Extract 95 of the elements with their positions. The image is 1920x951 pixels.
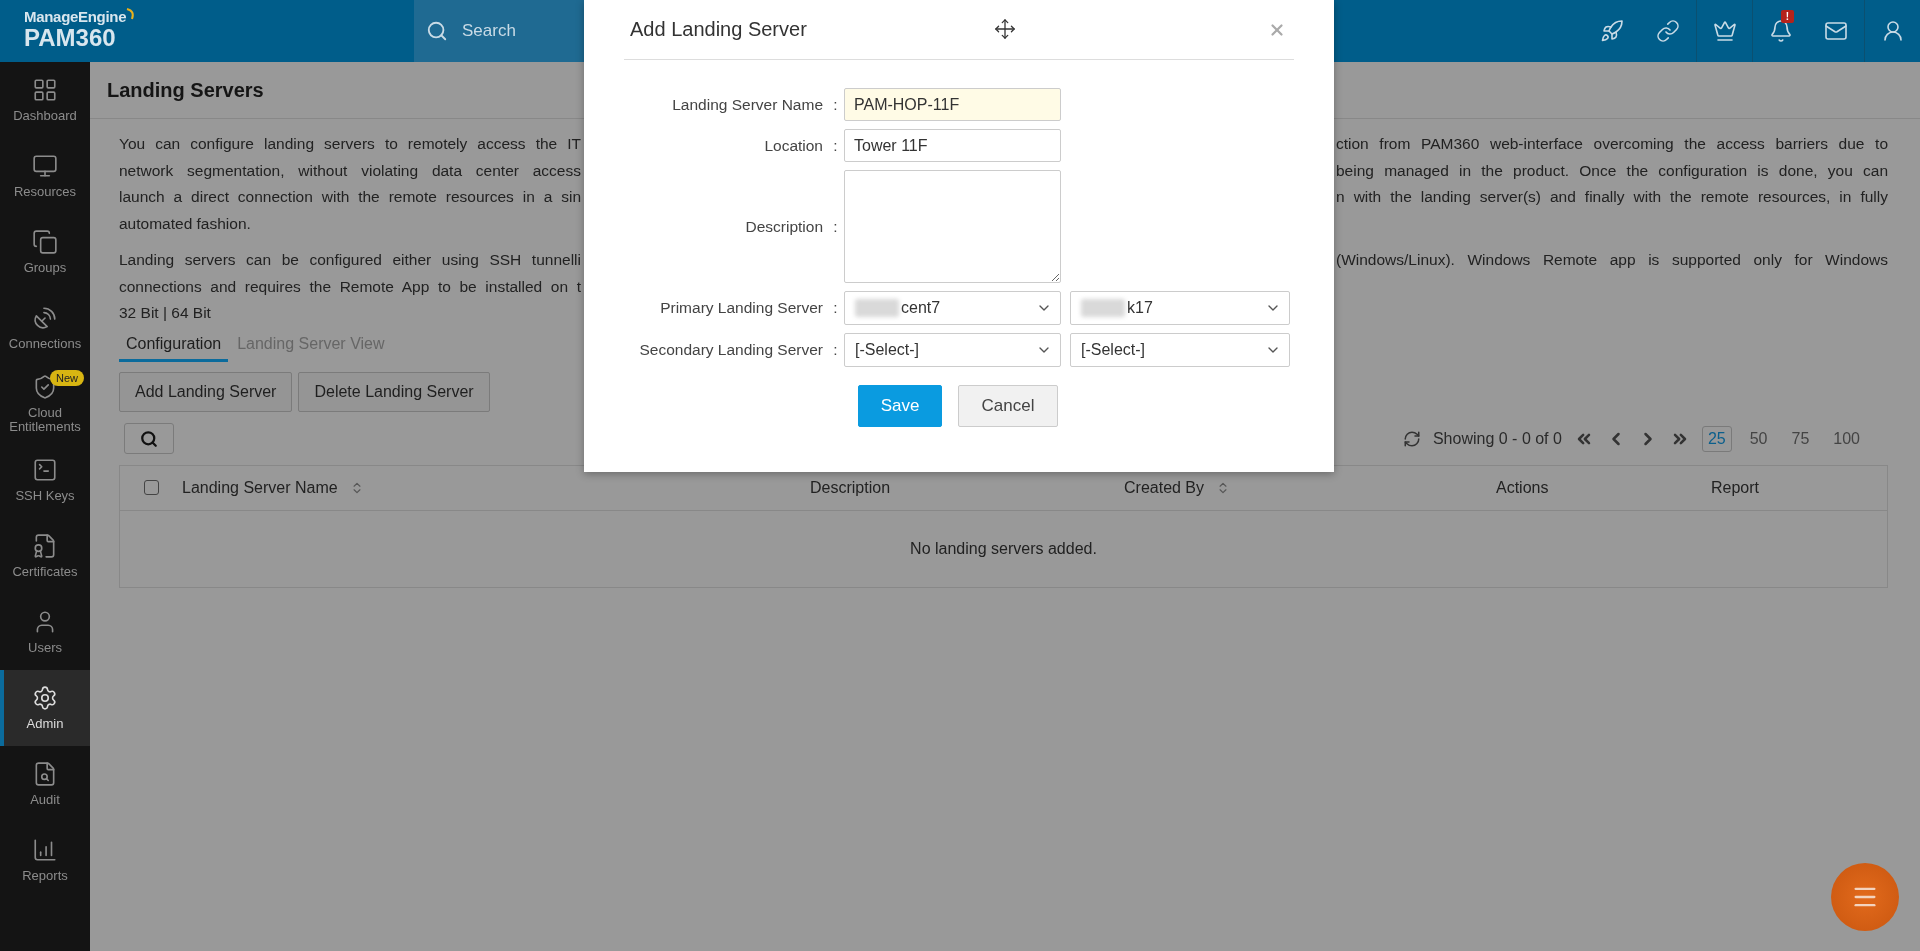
sidebar-item[interactable]: New Cloud Entitlements — [0, 366, 90, 442]
pagination-summary: Showing 0 - 0 of 0 — [1432, 429, 1562, 448]
new-badge: New — [50, 370, 84, 386]
colon: : — [832, 217, 839, 236]
sidebar-item[interactable]: Resources — [0, 138, 90, 214]
intro-text: n with the landing server(s) and finally with the remote resources, in fully — [1336, 188, 1888, 207]
redaction-blur — [1081, 299, 1125, 317]
select-field[interactable]: [-Select-] — [1070, 333, 1290, 367]
intro-text: automated fashion. — [119, 214, 252, 233]
column-header: Landing Server Name — [182, 478, 338, 497]
field-label: Secondary Landing Server — [638, 341, 823, 359]
select-field[interactable]: [-Select-] — [844, 333, 1061, 367]
settings-icon — [32, 685, 58, 711]
page-title: Landing Servers — [107, 78, 264, 102]
intro-text: ction from PAM360 web-interface overcoming the access barriers due to — [1336, 135, 1888, 154]
column-header: Description — [810, 478, 891, 497]
page-size-option[interactable]: 50 — [1743, 425, 1774, 452]
field-label: Location — [763, 136, 823, 155]
logo-arc-icon — [126, 8, 137, 20]
sidebar-item[interactable]: Certificates — [0, 518, 90, 594]
product-name: PAM360 — [24, 25, 116, 51]
colon: : — [832, 136, 839, 155]
monitor-icon — [32, 153, 58, 179]
intro-text: You can configure landing servers to remotely access the IT — [119, 135, 581, 154]
description-field[interactable] — [844, 170, 1061, 283]
sidebar-label: Dashboard — [13, 109, 77, 123]
link-icon — [1656, 19, 1680, 43]
select-all-checkbox[interactable] — [144, 480, 159, 495]
terminal-icon — [32, 457, 58, 483]
page-size-option[interactable]: 100 — [1827, 425, 1866, 452]
sidebar-item[interactable]: Audit — [0, 746, 90, 822]
monitors-icon — [32, 229, 58, 255]
refresh-icon — [1402, 429, 1421, 448]
colon: : — [832, 95, 839, 114]
mail-icon — [1824, 19, 1848, 43]
save-button[interactable]: Save — [858, 385, 942, 427]
cancel-button[interactable]: Cancel — [958, 385, 1058, 427]
search-field[interactable]: Search — [414, 0, 584, 62]
column-header: Report — [1711, 478, 1760, 497]
sidebar-label: Groups — [23, 261, 67, 275]
sidebar-label: Reports — [22, 869, 68, 883]
sidebar-label: Cloud Entitlements — [8, 406, 82, 434]
intro-text: being managed in the product. Once the configuration is done, you can — [1336, 161, 1888, 180]
sidebar-item[interactable]: Groups — [0, 214, 90, 290]
bell-icon — [1768, 19, 1793, 43]
intro-text: (Windows/Linux). Windows Remote app is supported only for Windows — [1336, 251, 1888, 270]
sidebar-label: Resources — [13, 185, 77, 199]
crown-icon — [1712, 19, 1737, 43]
search-icon — [140, 429, 158, 448]
search-icon — [426, 20, 448, 42]
field-label: Primary Landing Server — [659, 299, 823, 317]
colon: : — [832, 299, 839, 317]
tab[interactable]: Configuration — [119, 330, 229, 362]
sidebar-label: SSH Keys — [15, 489, 75, 503]
notification-badge: ! — [1781, 10, 1794, 23]
select-field[interactable]: k17 — [1070, 291, 1290, 325]
grid-icon — [32, 77, 58, 103]
satellite-dish-icon — [32, 305, 58, 331]
empty-table-message: No landing servers added. — [909, 538, 1098, 559]
delete-button[interactable]: Delete Landing Server — [298, 371, 490, 412]
sidebar-label: Users — [28, 641, 62, 655]
text-field[interactable]: PAM-HOP-11F — [844, 88, 1061, 121]
sidebar-label: Audit — [30, 793, 60, 807]
sidebar-item[interactable]: Connections — [0, 290, 90, 366]
add-button[interactable]: Add Landing Server — [119, 371, 293, 412]
dialog-title: Add Landing Server — [629, 18, 807, 41]
sidebar-item[interactable]: Users — [0, 594, 90, 670]
sidebar-label: Admin — [26, 717, 64, 731]
bar-chart-icon — [32, 837, 58, 863]
rocket-icon — [1600, 19, 1624, 43]
bell-button[interactable]: ! — [1752, 0, 1808, 62]
sidebar-label: Certificates — [12, 565, 78, 579]
colon: : — [832, 341, 839, 359]
redaction-blur — [855, 299, 899, 317]
page-size-option[interactable]: 75 — [1785, 425, 1816, 452]
select-field[interactable]: cent7 — [844, 291, 1061, 325]
intro-text: launch a direct connection with the remote resources in a sin — [119, 188, 581, 207]
move-icon — [994, 18, 1016, 40]
text-field[interactable]: Tower 11F — [844, 129, 1061, 162]
sidebar-item[interactable]: Dashboard — [0, 62, 90, 138]
column-header: Created By — [1124, 478, 1205, 497]
field-label: Landing Server Name — [671, 95, 823, 114]
field-label: Description — [744, 217, 823, 236]
intro-text: connections and requires the Remote App to be installed on t — [119, 277, 581, 296]
refresh-button[interactable] — [1402, 429, 1421, 448]
intro-text: 32 Bit | 64 Bit — [119, 304, 212, 323]
column-header: Actions — [1496, 478, 1549, 497]
sidebar-item[interactable]: Reports — [0, 822, 90, 898]
search-button[interactable] — [124, 423, 174, 454]
sidebar-item[interactable]: SSH Keys — [0, 442, 90, 518]
intro-text: Landing servers can be configured either using SSH tunnelli — [119, 251, 581, 270]
intro-text: network segmentation, without violating data center access — [119, 161, 581, 180]
brand-name: ManageEngine — [24, 8, 414, 25]
sidebar-label: Connections — [8, 337, 82, 351]
sidebar-item[interactable]: Admin — [0, 670, 90, 746]
